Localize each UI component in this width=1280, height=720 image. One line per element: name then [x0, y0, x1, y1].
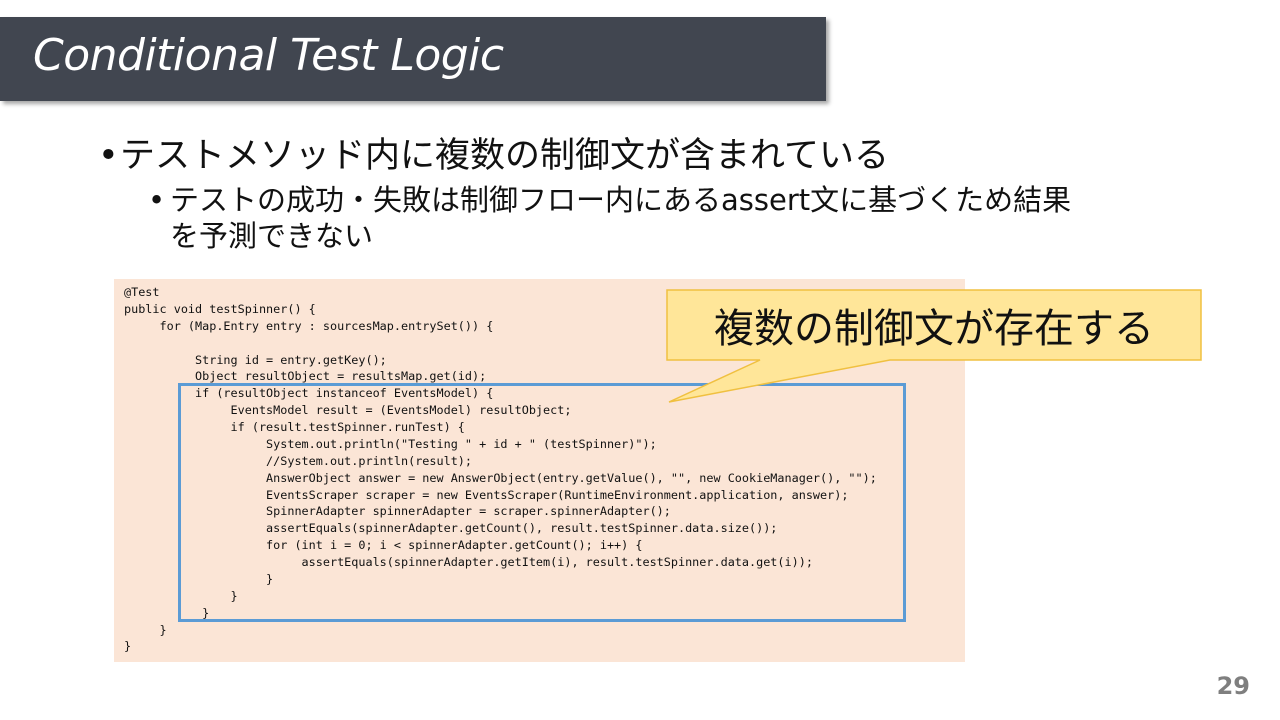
page-number: 29	[1216, 672, 1250, 700]
callout-text: 複数の制御文が存在する	[714, 306, 1154, 352]
callout-bubble	[666, 289, 1202, 403]
